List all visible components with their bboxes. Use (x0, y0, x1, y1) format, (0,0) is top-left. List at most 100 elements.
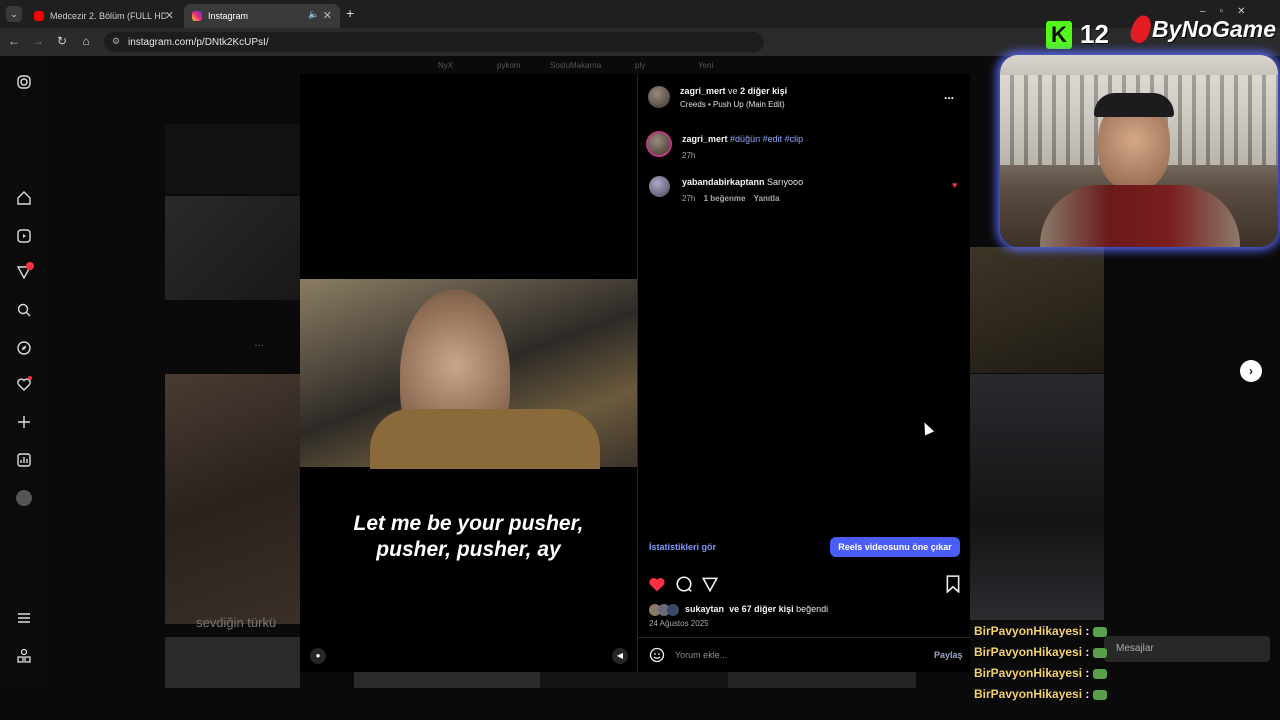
explore-icon[interactable] (16, 340, 32, 356)
liker-avatar (667, 604, 679, 616)
save-icon[interactable] (945, 575, 961, 594)
post-date: 24 Ağustos 2025 (649, 619, 709, 628)
comment-reply[interactable]: Yanıtla (754, 194, 780, 203)
more-dots-icon[interactable]: … (254, 338, 264, 349)
audio-track[interactable]: Creeds • Push Up (Main Edit) (680, 100, 785, 109)
chat-username: BirPavyonHikayesi (974, 645, 1083, 659)
feed-thumbnail (165, 124, 300, 194)
post-comment-button[interactable]: Paylaş (934, 650, 963, 660)
notification-badge (26, 262, 34, 270)
caption-hashtags[interactable]: #düğün #edit #clip (730, 134, 803, 144)
likers-count-link[interactable]: ve 67 diğer kişi (729, 604, 794, 614)
messages-icon[interactable] (16, 262, 34, 280)
like-icon[interactable] (648, 575, 666, 593)
youtube-icon (34, 11, 44, 21)
liked-suffix: beğendi (796, 604, 829, 614)
next-post-button[interactable]: › (1240, 360, 1262, 382)
dashboard-icon[interactable] (16, 452, 32, 468)
tab-search-button[interactable]: ⌄ (6, 6, 22, 22)
chat-message: BirPavyonHikayesi : (974, 645, 1107, 659)
chat-username: BirPavyonHikayesi (974, 624, 1083, 638)
tab-instagram[interactable]: Instagram 🔈 ✕ (184, 4, 340, 28)
background-top-labels: NyX pykom SosluMakarna ply Yeni (438, 61, 738, 73)
instagram-logo-icon[interactable] (16, 74, 32, 90)
speaker-icon[interactable]: 🔈 (308, 9, 319, 20)
chat-message: BirPavyonHikayesi : (974, 666, 1107, 680)
chat-emote-icon (1092, 668, 1107, 679)
comment-input-divider (638, 637, 971, 638)
emoji-icon[interactable] (649, 647, 665, 663)
reels-icon[interactable] (16, 228, 32, 244)
comment-username[interactable]: yabandabirkaptann (682, 177, 765, 187)
feed-label: pykom (497, 61, 521, 70)
create-icon[interactable] (16, 414, 32, 430)
post-details-panel: zagri_mert ve 2 diğer kişi Creeds • Push… (637, 74, 971, 672)
new-tab-button[interactable]: + (346, 5, 354, 21)
site-info-icon[interactable]: ⚙ (112, 36, 120, 47)
comment-text: Sarıyooo (767, 177, 804, 187)
chat-separator: : (1085, 645, 1090, 659)
chat-separator: : (1085, 624, 1090, 638)
tab-label: Medcezir 2. Bölüm (FULL HD) - (50, 11, 166, 21)
instagram-sidebar (0, 56, 48, 688)
comment-like-icon[interactable]: ♥ (952, 180, 957, 190)
profile-avatar[interactable] (16, 490, 32, 506)
comment-input[interactable]: Yorum ekle... (675, 650, 915, 660)
coauthors-joiner: ve (728, 86, 738, 96)
address-bar[interactable]: ⚙ instagram.com/p/DNtk2KcUPsI/ (104, 32, 764, 52)
author-avatar[interactable] (648, 86, 670, 108)
streamer-bandana (1094, 93, 1174, 117)
post-header-authors: zagri_mert ve 2 diğer kişi (680, 86, 787, 96)
caption-line: pusher, pusher, ay (376, 538, 561, 561)
kick-logo-icon: K (1046, 21, 1072, 49)
comment-body: yabandabirkaptann Sarıyooo (682, 177, 803, 187)
insights-link[interactable]: İstatistikleri gör (649, 542, 716, 552)
feed-thumbnail (540, 672, 728, 688)
coauthors-link[interactable]: 2 diğer kişi (740, 86, 787, 96)
feed-thumbnail (970, 374, 1104, 620)
forward-icon[interactable]: → (30, 34, 46, 48)
comment-time: 27h (682, 194, 696, 203)
reel-video-player[interactable]: Let me be your pusher, pusher, pusher, a… (300, 74, 637, 672)
commenter-avatar[interactable] (649, 176, 670, 197)
heart-icon[interactable] (16, 376, 32, 392)
liker-username[interactable]: sukaytan (685, 604, 724, 614)
feed-partial-text: sevdiğin türkü (196, 615, 277, 630)
likes-summary: sukaytan ve 67 diğer kişi beğendi (685, 604, 828, 614)
caption-author-avatar[interactable] (646, 131, 672, 157)
chat-message: BirPavyonHikayesi : (974, 624, 1107, 638)
feed-thumbnail (165, 196, 300, 300)
url-text: instagram.com/p/DNtk2KcUPsI/ (128, 36, 269, 48)
tagged-users-icon[interactable]: ● (310, 648, 326, 664)
share-icon[interactable] (701, 575, 719, 593)
menu-icon[interactable] (16, 610, 32, 626)
home-icon[interactable]: ⌂ (78, 34, 94, 48)
close-tab-icon[interactable]: ✕ (323, 9, 332, 22)
comment-meta: 27h 1 beğenme Yanıtla (682, 194, 779, 203)
comment-icon[interactable] (675, 575, 693, 593)
person-jacket (370, 409, 600, 469)
kick-viewer-count: 12 (1080, 19, 1109, 49)
comment-likes[interactable]: 1 beğenme (704, 194, 746, 203)
more-apps-icon[interactable] (16, 648, 32, 664)
close-tab-icon[interactable]: ✕ (165, 9, 174, 22)
reload-icon[interactable]: ↻ (54, 34, 70, 48)
tab-medcezir[interactable]: Medcezir 2. Bölüm (FULL HD) - ✕ (26, 4, 182, 28)
streamer-webcam (1000, 55, 1278, 247)
tab-label: Instagram (208, 11, 249, 21)
search-icon[interactable] (16, 302, 32, 318)
caption-username[interactable]: zagri_mert (682, 134, 728, 144)
mute-icon[interactable]: ◀ (612, 648, 628, 664)
liked-by-avatars (649, 604, 683, 616)
feed-thumbnail (354, 672, 540, 688)
chat-username: BirPavyonHikayesi (974, 666, 1083, 680)
home-icon[interactable] (16, 190, 32, 206)
chat-separator: : (1085, 687, 1090, 701)
more-options-icon[interactable]: ... (944, 88, 954, 102)
chat-messages-label: Mesajlar (1116, 643, 1154, 654)
back-icon[interactable]: ← (6, 34, 22, 48)
streamer-torso (1040, 185, 1240, 247)
feed-label: SosluMakarna (550, 61, 602, 70)
author-username[interactable]: zagri_mert (680, 86, 726, 96)
promote-reel-button[interactable]: Reels videosunu öne çıkar (830, 537, 960, 557)
